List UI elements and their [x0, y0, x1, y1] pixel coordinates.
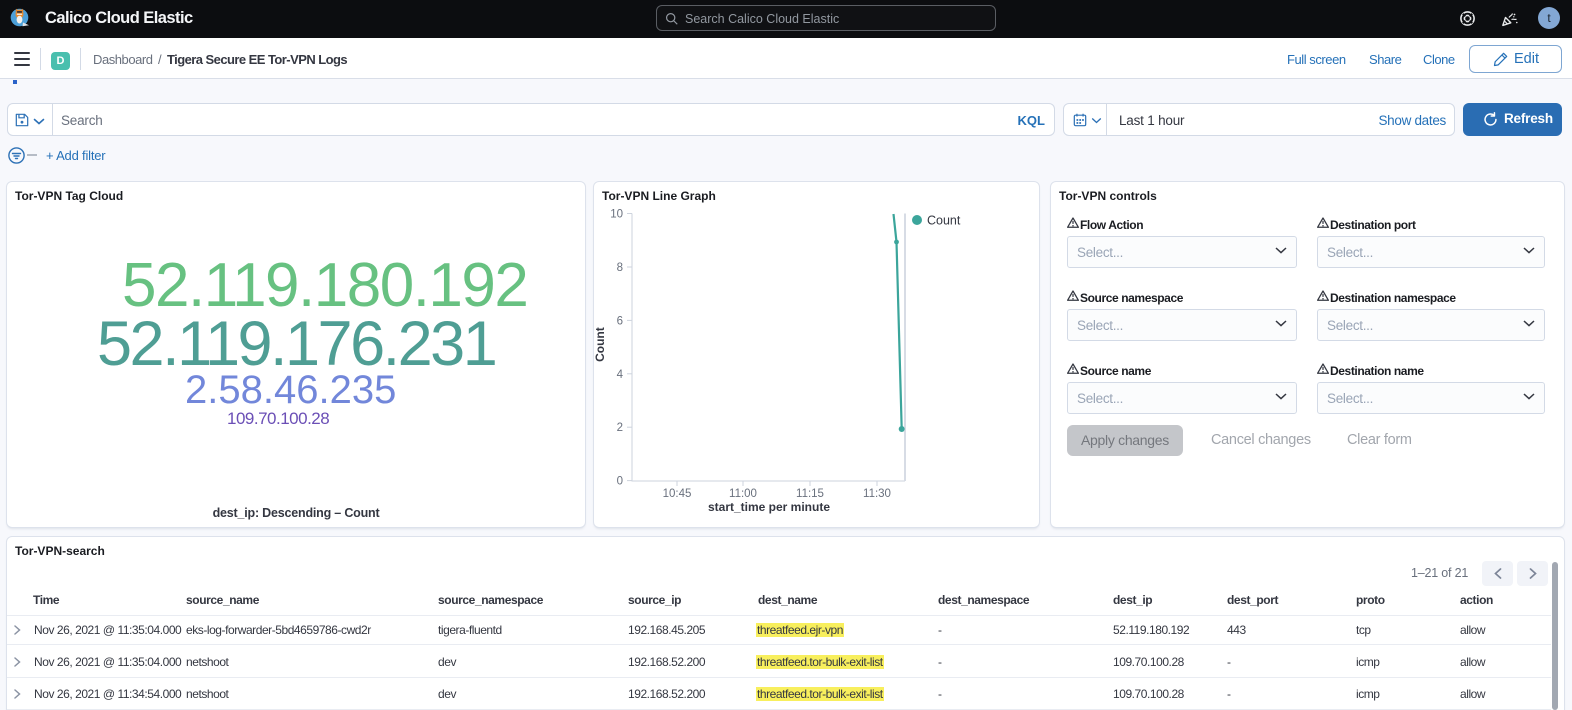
svg-text:0: 0 [617, 476, 623, 488]
svg-text:4: 4 [617, 369, 624, 381]
svg-text:start_time per minute: start_time per minute [708, 500, 830, 514]
svg-text:11:00: 11:00 [729, 488, 757, 500]
svg-text:Count: Count [593, 327, 607, 362]
svg-text:10:45: 10:45 [663, 488, 692, 500]
svg-text:8: 8 [617, 262, 623, 274]
svg-text:11:30: 11:30 [863, 488, 891, 500]
svg-text:6: 6 [617, 315, 623, 327]
svg-text:11:15: 11:15 [796, 488, 824, 500]
svg-text:Count: Count [927, 214, 961, 228]
svg-text:2: 2 [617, 422, 623, 434]
svg-text:10: 10 [610, 209, 623, 221]
